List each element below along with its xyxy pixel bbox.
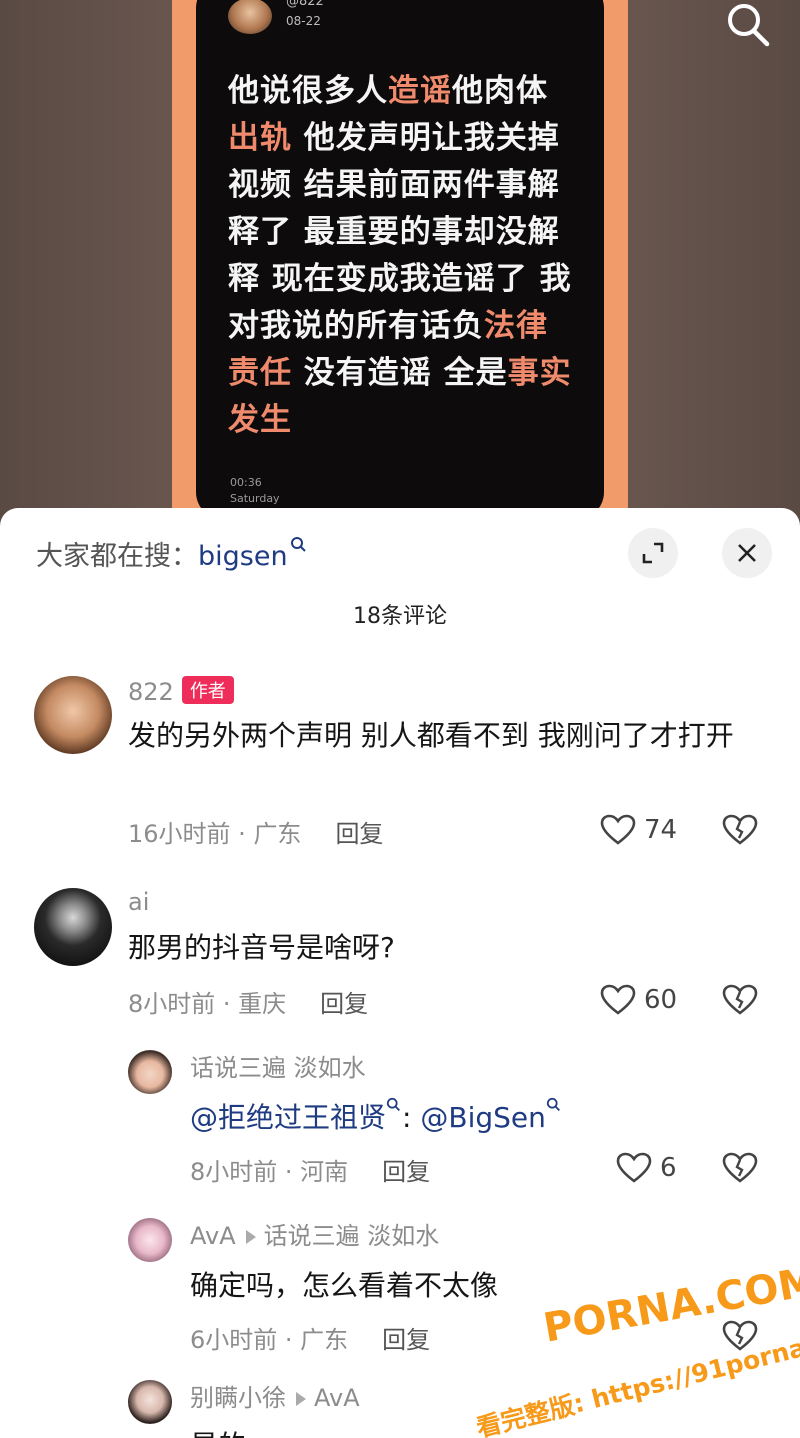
comment-author[interactable]: 话说三遍 淡如水 xyxy=(190,1048,366,1083)
comment-time: 8小时前 xyxy=(128,990,216,1018)
avatar[interactable] xyxy=(128,1050,172,1094)
post-date: 08-22 xyxy=(286,14,321,28)
avatar[interactable] xyxy=(34,888,112,966)
comment-text: @拒绝过王祖贤: @BigSen xyxy=(190,1096,770,1140)
like-button[interactable]: 74 xyxy=(600,814,677,846)
broken-heart-icon xyxy=(722,984,758,1015)
broken-heart-icon xyxy=(722,1152,758,1183)
dislike-button[interactable] xyxy=(722,814,758,850)
post-username: @822 xyxy=(286,0,324,9)
comment-author[interactable]: 别瞒小徐 AvA xyxy=(190,1378,360,1413)
comment-location: 河南 xyxy=(300,1158,349,1186)
trending-label: 大家都在搜： xyxy=(36,541,198,572)
author-name: 822 xyxy=(128,678,174,706)
close-icon xyxy=(738,544,756,562)
post-segment: 没有造谣 全是 xyxy=(292,355,508,391)
video-screen: @822 08-22 他说很多人造谣他肉体出轨 他发声明让我关掉视频 结果前面两… xyxy=(196,0,604,520)
post-text: 他说很多人造谣他肉体出轨 他发声明让我关掉视频 结果前面两件事解释了 最重要的事… xyxy=(228,68,578,444)
comment-meta: 6小时前 · 广东 回复 xyxy=(190,1326,431,1354)
reply-button[interactable]: 回复 xyxy=(335,820,383,848)
mention-link[interactable]: @拒绝过王祖贤 xyxy=(190,1101,386,1134)
reply-button[interactable]: 回复 xyxy=(382,1158,430,1186)
search-small-icon xyxy=(546,1097,560,1111)
trending-keyword[interactable]: bigsen xyxy=(198,541,288,572)
comment-text: 是的 xyxy=(190,1424,770,1438)
reply-arrow-icon xyxy=(245,1230,256,1244)
dislike-button[interactable] xyxy=(722,1320,758,1356)
close-button[interactable] xyxy=(722,528,772,578)
reply-button[interactable]: 回复 xyxy=(382,1326,430,1354)
heart-icon xyxy=(616,1152,652,1183)
comment-count: 18条评论 xyxy=(353,604,447,629)
comment-author[interactable]: AvA 话说三遍 淡如水 xyxy=(190,1216,439,1251)
comment-meta: 16小时前 · 广东 回复 xyxy=(128,820,384,848)
mention-separator: : xyxy=(402,1101,421,1134)
like-count: 6 xyxy=(660,1153,677,1183)
post-day: Saturday xyxy=(230,492,280,505)
author-badge: 作者 xyxy=(181,676,234,704)
comment-time: 8小时前 xyxy=(190,1158,278,1186)
post-time: 00:36 xyxy=(230,476,262,489)
comment-time: 16小时前 xyxy=(128,820,231,848)
comment-location: 重庆 xyxy=(238,990,287,1018)
video-player[interactable]: @822 08-22 他说很多人造谣他肉体出轨 他发声明让我关掉视频 结果前面两… xyxy=(0,0,800,540)
search-icon xyxy=(728,4,770,47)
avatar[interactable] xyxy=(128,1380,172,1424)
comment-meta: 8小时前 · 重庆 回复 xyxy=(128,990,369,1018)
post-segment: 他说很多人 xyxy=(228,73,388,109)
comment-author[interactable]: ai xyxy=(128,888,149,916)
reply-button[interactable]: 回复 xyxy=(320,990,368,1018)
reply-arrow-icon xyxy=(296,1392,306,1406)
comment-text: 确定吗，怎么看着不太像 xyxy=(190,1269,499,1302)
mention-link[interactable]: @BigSen xyxy=(420,1101,546,1134)
comments-sheet: 大家都在搜：bigsen 18条评论 822 作者 发的另外两个声明 别人都看不到… xyxy=(0,508,800,1438)
comment-author[interactable]: 822 作者 xyxy=(128,676,234,706)
heart-icon xyxy=(600,814,636,845)
trending-search[interactable]: 大家都在搜：bigsen xyxy=(36,534,308,573)
author-name: 别瞒小徐 xyxy=(190,1384,286,1412)
comment-text: 那男的抖音号是啥呀? xyxy=(128,931,395,964)
reply-to-name: AvA xyxy=(314,1384,360,1412)
comment-location: 广东 xyxy=(253,820,302,848)
expand-button[interactable] xyxy=(628,528,678,578)
reply-to-name: 话说三遍 淡如水 xyxy=(263,1222,440,1250)
post-avatar xyxy=(228,0,272,34)
dislike-button[interactable] xyxy=(722,984,758,1020)
broken-heart-icon xyxy=(722,814,758,845)
search-small-icon xyxy=(386,1097,400,1111)
comment-text: 发的另外两个声明 别人都看不到 我刚问了才打开 xyxy=(128,719,734,752)
search-button[interactable] xyxy=(722,0,774,50)
post-highlight: 出轨 xyxy=(228,120,292,156)
like-button[interactable]: 60 xyxy=(600,984,677,1016)
avatar[interactable] xyxy=(128,1218,172,1262)
broken-heart-icon xyxy=(722,1320,758,1351)
dislike-button[interactable] xyxy=(722,1152,758,1188)
like-button[interactable]: 6 xyxy=(616,1152,677,1184)
search-small-icon xyxy=(290,537,306,552)
comment-meta: 8小时前 · 河南 回复 xyxy=(190,1158,431,1186)
comment-location: 广东 xyxy=(300,1326,349,1354)
post-highlight: 造谣 xyxy=(388,73,452,109)
expand-icon xyxy=(642,542,664,564)
post-segment: 他肉体 xyxy=(452,73,548,109)
heart-icon xyxy=(600,984,636,1015)
like-count: 60 xyxy=(644,985,678,1015)
avatar[interactable] xyxy=(34,676,112,754)
comment-time: 6小时前 xyxy=(190,1326,278,1354)
like-count: 74 xyxy=(644,815,678,845)
author-name: AvA xyxy=(190,1222,236,1250)
